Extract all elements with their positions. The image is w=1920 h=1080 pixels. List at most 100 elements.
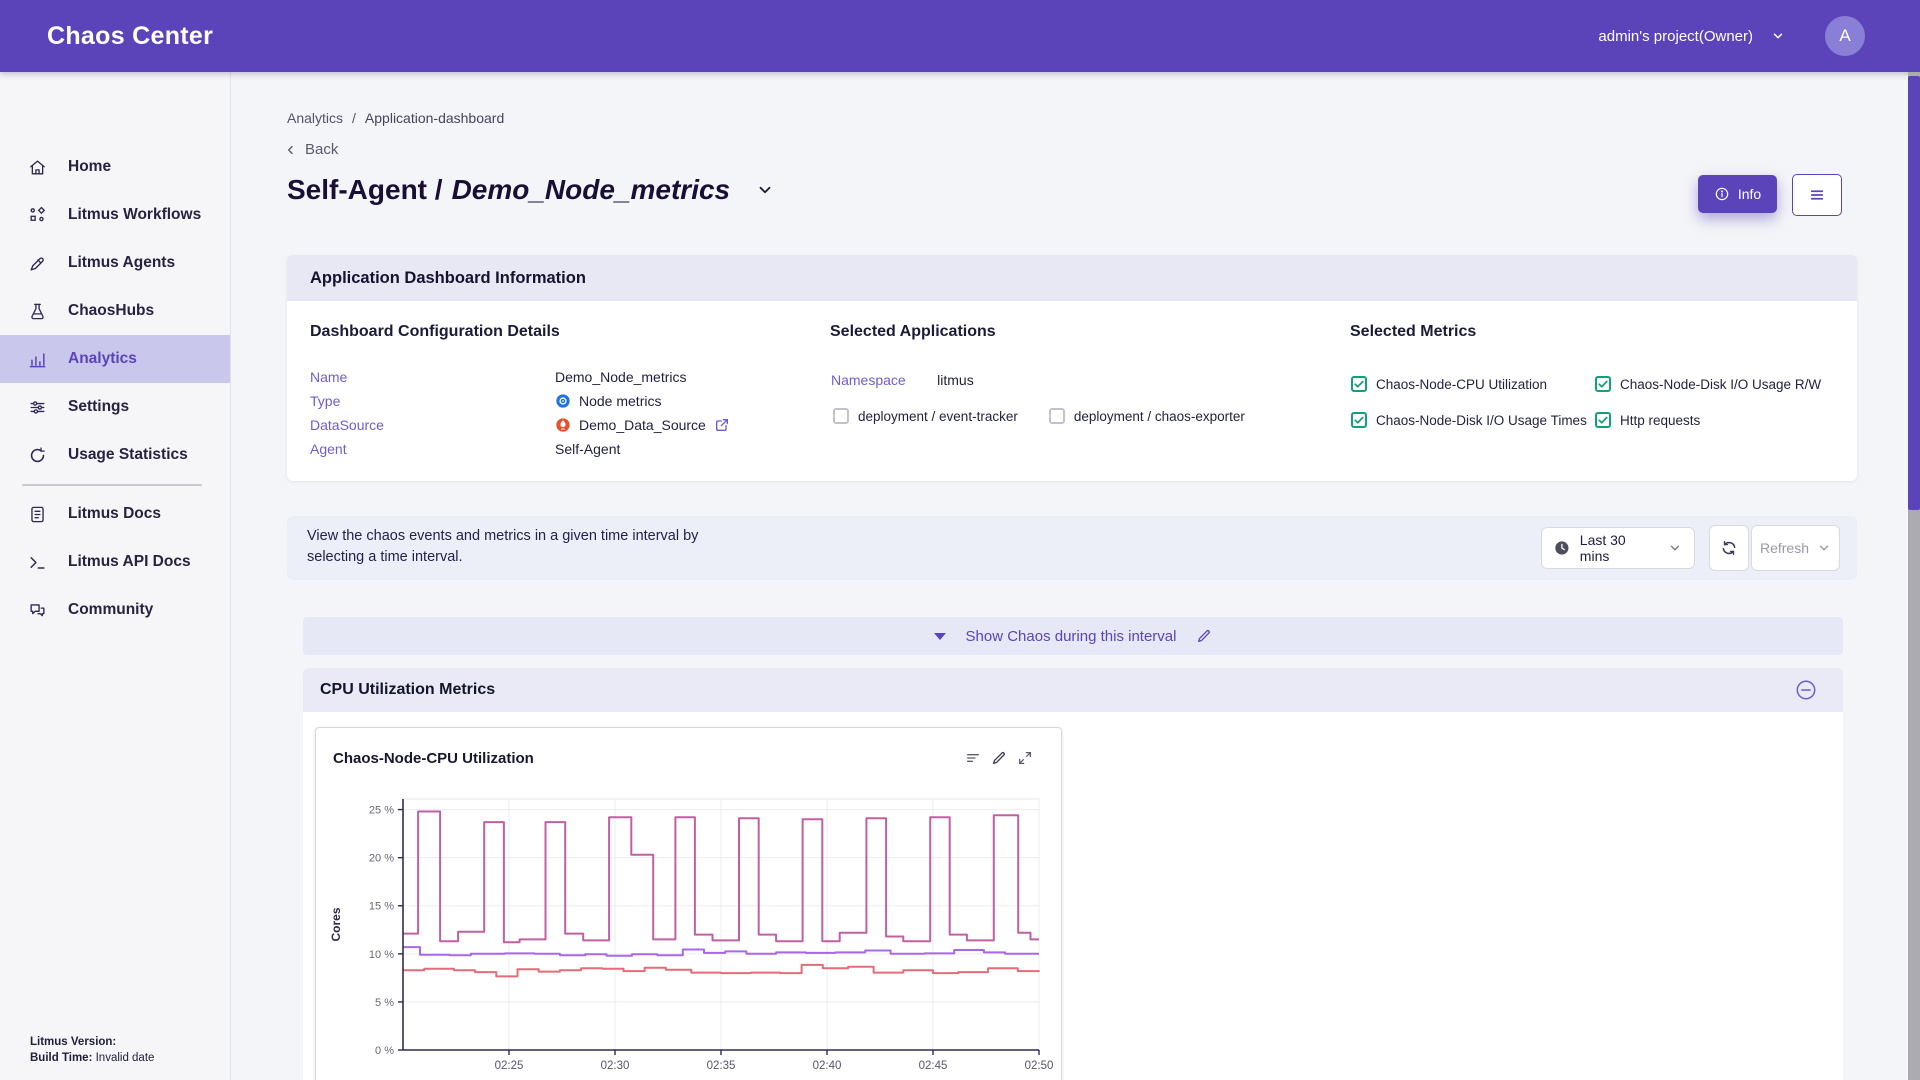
config-row-name: Name Demo_Node_metrics (310, 369, 687, 385)
type-label: Type (310, 393, 555, 409)
selected-applications-title: Selected Applications (830, 323, 996, 341)
expand-chart-icon[interactable] (1017, 750, 1033, 766)
time-range-value: Last 30 mins (1580, 532, 1658, 564)
info-icon (1714, 186, 1730, 202)
svg-text:25 %: 25 % (369, 805, 394, 817)
litmus-version-label: Litmus Version: (30, 1036, 116, 1048)
namespace-label[interactable]: Namespace (831, 372, 906, 388)
svg-text:15 %: 15 % (369, 901, 394, 913)
dashboard-menu-button[interactable] (1792, 174, 1842, 216)
dashboard-name: Demo_Node_metrics (452, 174, 731, 206)
breadcrumb-application-dashboard: Application-dashboard (365, 110, 504, 126)
collapse-section-button[interactable] (1795, 679, 1817, 701)
sidebar-link-litmus-api-docs[interactable]: Litmus API Docs (0, 538, 230, 586)
datasource-value: Demo_Data_Source (579, 417, 706, 433)
checkbox-label: Chaos-Node-Disk I/O Usage R/W (1620, 377, 1821, 392)
check-icon (1597, 414, 1609, 426)
sidebar-item-litmus-agents[interactable]: Litmus Agents (0, 239, 230, 287)
svg-text:02:50: 02:50 (1025, 1060, 1054, 1072)
checkbox-label: Chaos-Node-Disk I/O Usage Times (1376, 413, 1587, 428)
refresh-interval-selector[interactable]: Refresh (1751, 525, 1840, 571)
checkbox-node-cpu-utilization[interactable] (1351, 376, 1367, 392)
project-label: admin's project(Owner) (1598, 28, 1753, 45)
breadcrumb: Analytics / Application-dashboard (287, 110, 504, 126)
time-interval-panel: View the chaos events and metrics in a g… (287, 516, 1857, 580)
sidebar-item-label: Usage Statistics (68, 446, 188, 464)
sidebar: Home Litmus Workflows Litmus Agents Chao… (0, 72, 231, 1080)
chevron-left-icon (284, 143, 298, 157)
scrollbar-thumb[interactable] (1908, 76, 1920, 510)
sliders-icon (28, 398, 47, 417)
sidebar-item-label: Community (68, 601, 153, 619)
checkbox-label: Chaos-Node-CPU Utilization (1376, 377, 1547, 392)
svg-text:02:45: 02:45 (919, 1060, 948, 1072)
header-bar: Chaos Center admin's project(Owner) A (0, 0, 1920, 72)
application-dashboard-information-panel: Application Dashboard Information Dashbo… (287, 255, 1857, 481)
edit-chart-icon[interactable] (991, 750, 1007, 766)
screen: Chaos Center admin's project(Owner) A Ho… (0, 0, 1920, 1080)
info-button[interactable]: Info (1698, 175, 1777, 213)
metric-checkbox-row: Http requests (1595, 412, 1700, 428)
check-icon (1597, 378, 1609, 390)
back-button[interactable]: Back (284, 141, 338, 158)
checkbox-event-tracker[interactable] (833, 408, 849, 424)
svg-text:02:40: 02:40 (813, 1060, 842, 1072)
title-chevron-down-icon[interactable] (756, 181, 774, 199)
sidebar-item-label: Litmus Agents (68, 254, 175, 272)
sidebar-item-settings[interactable]: Settings (0, 383, 230, 431)
svg-text:10 %: 10 % (369, 949, 394, 961)
refresh-label: Refresh (1760, 540, 1809, 556)
svg-text:02:30: 02:30 (601, 1060, 630, 1072)
time-range-selector[interactable]: Last 30 mins (1541, 527, 1695, 569)
sidebar-item-litmus-workflows[interactable]: Litmus Workflows (0, 191, 230, 239)
chevron-down-icon (1817, 541, 1831, 555)
panel-header: Application Dashboard Information (287, 255, 1857, 301)
chevron-down-icon (1771, 29, 1785, 43)
document-icon (28, 505, 47, 524)
chevron-down-icon (1668, 541, 1682, 555)
checkbox-chaos-exporter[interactable] (1049, 408, 1065, 424)
config-details-title: Dashboard Configuration Details (310, 323, 560, 341)
metrics-section-title: CPU Utilization Metrics (320, 681, 495, 699)
check-icon (1353, 378, 1365, 390)
build-time-label: Build Time: (30, 1052, 92, 1064)
triangle-down-icon (934, 633, 946, 640)
svg-text:20 %: 20 % (369, 853, 394, 865)
minus-circle-icon (1795, 679, 1817, 701)
usage-icon (28, 446, 47, 465)
sidebar-item-home[interactable]: Home (0, 143, 230, 191)
sidebar-link-community[interactable]: Community (0, 586, 230, 634)
checkbox-http-requests[interactable] (1595, 412, 1611, 428)
breadcrumb-separator: / (352, 110, 356, 126)
sidebar-link-litmus-docs[interactable]: Litmus Docs (0, 490, 230, 538)
pencil-icon[interactable] (1196, 628, 1212, 644)
show-chaos-toggle[interactable]: Show Chaos during this interval (303, 617, 1843, 655)
checkbox-label: Http requests (1620, 413, 1700, 428)
chart-toolbar (965, 750, 1033, 766)
refresh-icon (1720, 539, 1738, 557)
type-value: Node metrics (579, 393, 661, 409)
checkbox-disk-io-usage-times[interactable] (1351, 412, 1367, 428)
terminal-icon (28, 553, 47, 572)
sidebar-item-label: Settings (68, 398, 129, 416)
metric-checkbox-row: Chaos-Node-CPU Utilization (1351, 376, 1547, 392)
external-link-icon[interactable] (714, 417, 730, 433)
project-selector[interactable]: admin's project(Owner) (1598, 0, 1785, 72)
breadcrumb-analytics[interactable]: Analytics (287, 110, 343, 126)
sidebar-item-analytics[interactable]: Analytics (0, 335, 230, 383)
home-icon (28, 158, 47, 177)
namespace-value: litmus (937, 372, 974, 388)
sidebar-item-usage-statistics[interactable]: Usage Statistics (0, 431, 230, 479)
chart-options-icon[interactable] (965, 750, 981, 766)
cpu-utilization-chart: 0 %5 %10 %15 %20 %25 %02:2502:3002:3502:… (316, 728, 1061, 1080)
checkbox-disk-io-usage-rw[interactable] (1595, 376, 1611, 392)
version-info: Litmus Version: Build Time: Invalid date (30, 1034, 154, 1066)
name-label: Name (310, 369, 555, 385)
sidebar-item-chaoshubs[interactable]: ChaosHubs (0, 287, 230, 335)
refresh-now-button[interactable] (1709, 525, 1749, 571)
config-row-datasource: DataSource Demo_Data_Source (310, 417, 730, 433)
checkbox-label: deployment / event-tracker (858, 409, 1018, 424)
datasource-label: DataSource (310, 417, 555, 433)
community-icon (28, 601, 47, 620)
avatar[interactable]: A (1825, 16, 1865, 56)
